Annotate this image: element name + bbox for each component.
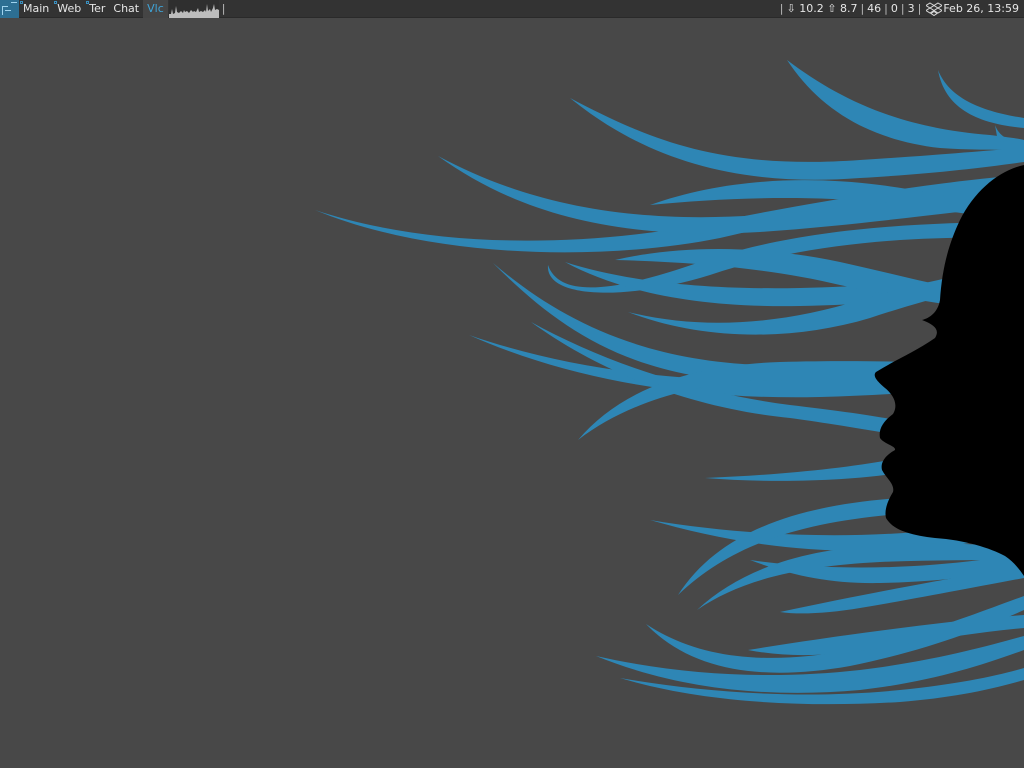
widget-a-value: 46 [867,1,882,15]
tag-vlc[interactable]: Vlc [143,0,168,18]
tag-label: Chat [113,1,140,15]
tag-ter[interactable]: Ter [85,0,109,18]
widget-c-value: 3 [907,1,915,15]
tag-label: Vlc [147,1,164,15]
tag-occupied-indicator [54,0,58,4]
tag-label: Main [23,1,50,15]
dropbox-icon[interactable] [926,1,943,16]
separator: | [884,1,888,15]
separator: | [900,1,905,15]
net-down-value: 10.2 [799,1,824,15]
net-up-value: 8.7 [839,1,858,15]
top-panel: Main Web Ter Chat Vlc | | ⇩ 10.2 ⇧ 8.7 |… [0,0,1024,18]
separator: | [221,1,226,15]
wallpaper [315,60,1024,705]
layout-tile-icon[interactable] [0,0,19,18]
tag-occupied-indicator [20,0,23,4]
tag-web[interactable]: Web [53,0,85,18]
net-up-arrow: ⇧ [827,1,837,15]
separator: | [917,1,922,15]
widget-b-value: 0 [890,1,898,15]
status-area: | ⇩ 10.2 ⇧ 8.7 | 46 | 0 | 3 | Feb 26, 13… [777,0,1024,18]
tag-chat[interactable]: Chat [109,0,143,18]
tag-occupied-indicator [86,0,90,4]
tag-main[interactable]: Main [19,0,53,18]
net-down-arrow: ⇩ [786,1,796,15]
tag-label: Web [57,1,82,15]
cpu-graph [168,0,219,18]
clock[interactable]: Feb 26, 13:59 [943,0,1019,18]
separator: | [779,1,784,15]
separator: | [860,1,865,15]
tag-label: Ter [89,1,106,15]
